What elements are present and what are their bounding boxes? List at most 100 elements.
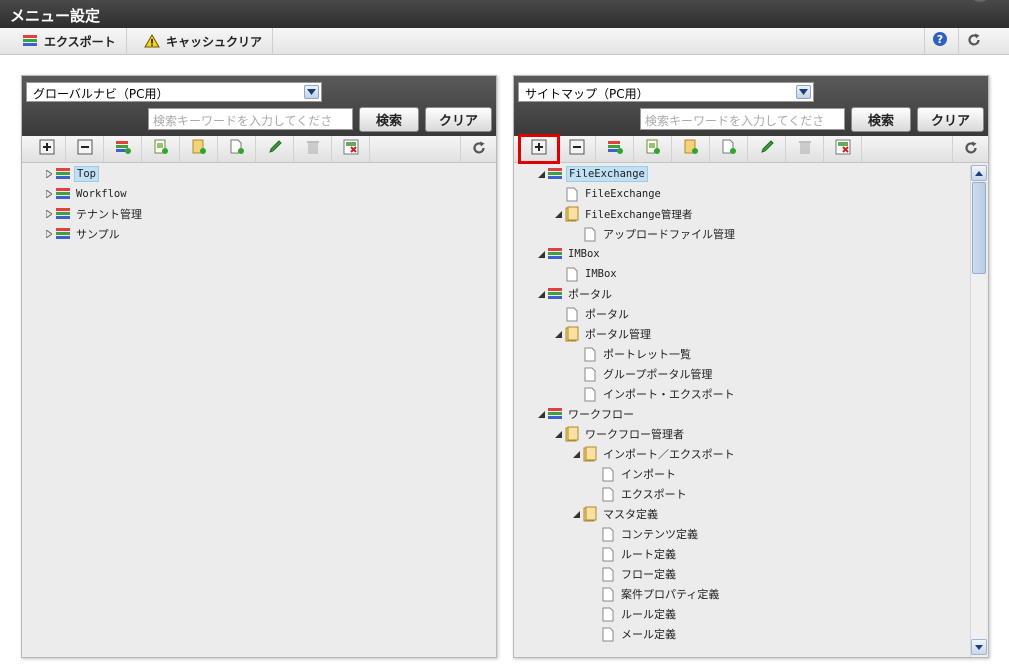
collapse-arrow-icon[interactable] (553, 429, 563, 439)
add-item-icon (229, 139, 245, 159)
chevron-down-icon (304, 85, 319, 99)
right-search-button[interactable]: 検索 (851, 107, 911, 132)
add-menu-button[interactable] (596, 136, 634, 162)
page-icon (564, 306, 580, 322)
page-icon (582, 386, 598, 402)
left-refresh-button[interactable] (460, 136, 496, 162)
expand-all-button[interactable] (28, 136, 66, 162)
tree-node[interactable]: ワークフロー管理者 (553, 424, 686, 444)
tree-node[interactable]: IMBox (536, 244, 602, 264)
tree-node-label: 案件プロパティ定義 (621, 588, 720, 601)
add-item-button[interactable] (218, 136, 256, 162)
edit-button[interactable] (748, 136, 786, 162)
tree-scrollbar[interactable] (970, 165, 987, 657)
tree-node[interactable]: フロー定義 (600, 564, 678, 584)
tree-node[interactable]: IMBox (564, 264, 619, 284)
tree-node[interactable]: ポータル管理 (553, 324, 653, 344)
right-menu-select[interactable]: サイトマップ（PC用） (518, 82, 814, 102)
left-menu-select[interactable]: グローバルナビ（PC用） (26, 82, 322, 102)
add-item-button[interactable] (710, 136, 748, 162)
tree-node[interactable]: インポート・エクスポート (582, 384, 737, 404)
tree-node[interactable]: エクスポート (600, 484, 689, 504)
collapse-arrow-icon[interactable] (553, 329, 563, 339)
left-clear-button[interactable]: クリア (425, 107, 492, 132)
menu-icon (547, 406, 563, 422)
tree-node[interactable]: ルート定義 (600, 544, 678, 564)
collapse-arrow-icon[interactable] (536, 249, 546, 259)
reload-button[interactable] (958, 28, 988, 54)
left-search-button[interactable]: 検索 (359, 107, 419, 132)
collapse-arrow-icon[interactable] (571, 509, 581, 519)
left-search-input[interactable]: 検索キーワードを入力してくださ (148, 108, 353, 130)
add-page-button[interactable] (142, 136, 180, 162)
right-panel: サイトマップ（PC用） 検索キーワードを入力してくださ 検索 クリア FileE… (513, 75, 989, 658)
tree-node[interactable]: FileExchange管理者 (553, 204, 694, 224)
edit-button[interactable] (256, 136, 294, 162)
collapse-arrow-icon[interactable] (571, 449, 581, 459)
scroll-up-button[interactable] (971, 165, 987, 181)
expand-arrow-icon[interactable] (44, 229, 54, 239)
tree-node[interactable]: サンプル (44, 224, 122, 244)
folder-icon (582, 506, 598, 522)
delete-button[interactable] (294, 136, 332, 162)
collapse-all-button[interactable] (558, 136, 596, 162)
collapse-arrow-icon[interactable] (553, 209, 563, 219)
left-panel-header: グローバルナビ（PC用） 検索キーワードを入力してくださ 検索 クリア (22, 76, 496, 136)
collapse-arrow-icon[interactable] (536, 169, 546, 179)
export-label: エクスポート (44, 34, 116, 49)
expand-arrow-icon[interactable] (44, 189, 54, 199)
tree-node[interactable]: インポート／エクスポート (571, 444, 737, 464)
collapse-all-button[interactable] (66, 136, 104, 162)
add-folder-icon (191, 139, 207, 159)
tree-node[interactable]: ワークフロー (536, 404, 636, 424)
tree-node[interactable]: Top (44, 164, 99, 184)
right-search-input[interactable]: 検索キーワードを入力してくださ (640, 108, 845, 130)
tree-node[interactable]: Workflow (44, 184, 129, 204)
tree-node[interactable]: グループポータル管理 (582, 364, 714, 384)
tree-node[interactable]: アップロードファイル管理 (582, 224, 737, 244)
tree-node[interactable]: FileExchange (564, 184, 663, 204)
tree-node[interactable]: コンテンツ定義 (600, 524, 700, 544)
tree-node-label: フロー定義 (621, 568, 676, 581)
add-menu-button[interactable] (104, 136, 142, 162)
page-icon (600, 486, 616, 502)
refresh-icon (967, 32, 981, 51)
delete-icon (305, 139, 321, 159)
add-page-button[interactable] (634, 136, 672, 162)
tree-node[interactable]: 案件プロパティ定義 (600, 584, 721, 604)
tree-node-label: ポータル管理 (585, 328, 651, 341)
tree-node[interactable]: FileExchange (536, 164, 648, 184)
expand-arrow-icon[interactable] (44, 209, 54, 219)
expand-arrow-icon[interactable] (44, 169, 54, 179)
help-button[interactable]: ? (924, 28, 954, 54)
right-clear-button[interactable]: クリア (917, 107, 984, 132)
scroll-down-button[interactable] (971, 639, 987, 655)
edit-icon (759, 139, 775, 159)
collapse-arrow-icon[interactable] (536, 409, 546, 419)
folder-icon (564, 426, 580, 442)
delete-button[interactable] (786, 136, 824, 162)
tree-node[interactable]: ポータル (564, 304, 631, 324)
tree-node[interactable]: ポートレット一覧 (582, 344, 693, 364)
cancel-button[interactable] (824, 136, 862, 162)
tree-node[interactable]: ポータル (536, 284, 614, 304)
page-icon (600, 526, 616, 542)
add-folder-button[interactable] (180, 136, 218, 162)
tree-node[interactable]: メール定義 (600, 624, 678, 644)
cancel-button[interactable] (332, 136, 370, 162)
tree-node[interactable]: ルール定義 (600, 604, 678, 624)
scroll-thumb[interactable] (972, 182, 986, 274)
tree-node[interactable]: テナント管理 (44, 204, 144, 224)
cache-clear-button[interactable]: キャッシュクリア (134, 28, 274, 54)
tree-node-label: ポートレット一覧 (603, 348, 691, 361)
export-button[interactable]: エクスポート (12, 28, 127, 54)
add-page-icon (645, 139, 661, 159)
expand-all-button[interactable] (518, 134, 560, 164)
tree-node[interactable]: マスタ定義 (571, 504, 660, 524)
collapse-arrow-icon[interactable] (536, 289, 546, 299)
title-bar: メニュー設定 (0, 0, 1009, 28)
tree-node[interactable]: インポート (600, 464, 678, 484)
right-refresh-button[interactable] (952, 136, 988, 162)
page-icon (582, 366, 598, 382)
add-folder-button[interactable] (672, 136, 710, 162)
